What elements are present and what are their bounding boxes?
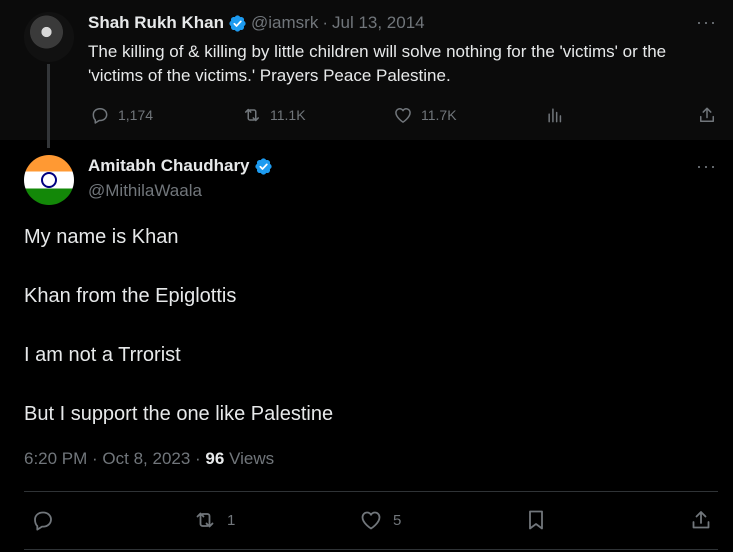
- tweet-text: My name is Khan Khan from the Epiglottis…: [24, 224, 714, 460]
- reply-button[interactable]: 1,174: [90, 105, 153, 125]
- author-name[interactable]: Amitabh Chaudhary: [88, 156, 250, 176]
- views-label: Views: [224, 449, 275, 468]
- reply-icon: [92, 108, 108, 124]
- tweet-text: The killing of & killing by little child…: [88, 42, 667, 85]
- parent-tweet-header: Shah Rukh Khan @iamsrk · Jul 13, 2014: [88, 13, 425, 33]
- views-count: 96: [205, 449, 225, 468]
- tweet-text-line: But I support the one like Palestine: [24, 403, 334, 425]
- retweet-count: 1: [227, 511, 236, 529]
- verified-badge-icon: [229, 14, 246, 32]
- like-button[interactable]: 11.7K: [393, 105, 457, 125]
- bookmark-button[interactable]: [524, 508, 548, 532]
- retweet-count: 11.1K: [270, 107, 306, 123]
- separator: ·: [322, 13, 328, 32]
- reply-count: 1,174: [118, 107, 154, 123]
- like-button[interactable]: 5: [359, 508, 401, 532]
- tweet-date[interactable]: Jul 13, 2014: [332, 13, 425, 33]
- parent-tweet[interactable]: Shah Rukh Khan @iamsrk · Jul 13, 2014 ··…: [0, 0, 733, 148]
- analytics-icon: [548, 108, 562, 123]
- share-icon: [700, 107, 714, 122]
- more-options-icon[interactable]: ···: [696, 156, 717, 177]
- like-count: 5: [393, 511, 402, 529]
- thread-line: [47, 64, 50, 148]
- chakra-icon: [41, 172, 57, 188]
- heart-icon: [395, 108, 411, 123]
- reply-icon: [34, 511, 52, 531]
- author-name[interactable]: Shah Rukh Khan: [88, 13, 224, 33]
- retweet-icon: [245, 108, 259, 122]
- tweet-text-line: Khan from the Epiglottis: [24, 285, 237, 307]
- like-count: 11.7K: [421, 107, 457, 123]
- reply-author-name-row: Amitabh Chaudhary: [88, 156, 273, 176]
- divider: [24, 549, 718, 550]
- more-options-icon[interactable]: ···: [696, 12, 717, 33]
- reply-button[interactable]: [31, 508, 55, 532]
- verified-badge-icon: [254, 157, 272, 175]
- analytics-button[interactable]: [545, 105, 565, 125]
- retweet-icon: [196, 512, 214, 528]
- author-handle[interactable]: @MithilaWaala: [88, 181, 202, 201]
- author-handle[interactable]: @iamsrk: [251, 13, 318, 33]
- avatar[interactable]: [24, 155, 74, 205]
- tweet-text-line: My name is Khan: [24, 226, 179, 248]
- retweet-button[interactable]: 11.1K: [242, 105, 306, 125]
- share-button[interactable]: [697, 105, 717, 125]
- share-button[interactable]: [689, 508, 713, 532]
- tweet-metadata: 6:20 PM · Oct 8, 2023 · 96 Views: [24, 449, 274, 469]
- share-icon: [692, 511, 710, 529]
- divider: [24, 491, 718, 492]
- avatar[interactable]: [24, 12, 74, 62]
- tweet-text-line: I am not a Trrorist: [24, 344, 181, 366]
- heart-icon: [361, 511, 381, 530]
- retweet-button[interactable]: 1: [193, 508, 235, 532]
- bookmark-icon: [529, 510, 543, 530]
- tweet-timestamp[interactable]: 6:20 PM · Oct 8, 2023 ·: [24, 449, 205, 468]
